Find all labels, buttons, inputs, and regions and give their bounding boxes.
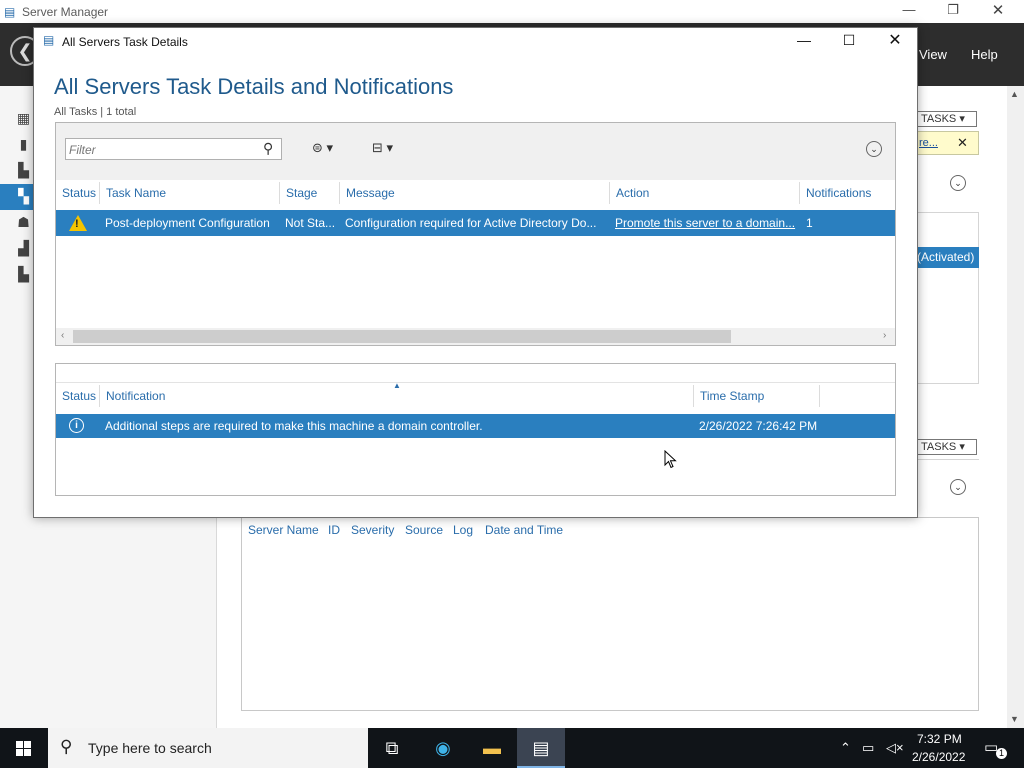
scroll-down-icon[interactable]: ▼ — [1010, 714, 1019, 724]
dns-icon[interactable]: ☗ — [15, 215, 32, 230]
filter-placeholder: Filter — [69, 143, 96, 157]
chevron-down-icon[interactable]: ⌄ — [950, 175, 966, 191]
clock-time[interactable]: 7:32 PM — [917, 732, 962, 746]
promote-server-link[interactable]: Promote this server to a domain... — [615, 216, 798, 230]
dialog-app-icon: ▤ — [43, 33, 55, 47]
ad-ds-icon[interactable]: ▚ — [15, 189, 32, 204]
col-status[interactable]: Status — [62, 186, 96, 200]
notification-count-badge: 1 — [996, 748, 1007, 759]
events-col-log[interactable]: Log — [453, 523, 473, 537]
local-server-icon[interactable]: ▮ — [15, 137, 32, 152]
col-message[interactable]: Message — [346, 186, 395, 200]
edge-browser-icon[interactable]: ◉ — [419, 728, 467, 768]
warning-mark: ! — [75, 218, 79, 230]
vertical-scrollbar[interactable] — [1007, 86, 1024, 728]
panel-divider — [917, 459, 979, 460]
server-manager-titlebar — [0, 0, 1024, 23]
list-options-icon[interactable]: ⊜ ▾ — [312, 140, 333, 156]
cell-notification: Additional steps are required to make th… — [105, 419, 483, 433]
events-col-server-name[interactable]: Server Name — [248, 523, 319, 537]
banner-link[interactable]: re... — [919, 137, 938, 149]
dialog-title: All Servers Task Details — [62, 35, 188, 49]
volume-muted-icon[interactable]: ◁× — [886, 740, 904, 756]
notif-col-time-stamp[interactable]: Time Stamp — [700, 389, 764, 403]
dialog-close-button[interactable]: ✕ — [883, 30, 907, 50]
cell-task-name: Post-deployment Configuration — [105, 216, 270, 230]
events-table — [241, 517, 979, 711]
show-hidden-icons-icon[interactable]: ⌃ — [840, 740, 851, 756]
col-divider[interactable] — [99, 182, 100, 204]
col-divider[interactable] — [799, 182, 800, 204]
col-stage[interactable]: Stage — [286, 186, 317, 200]
storage-icon[interactable]: ▙ — [15, 267, 32, 282]
restore-button[interactable]: ❐ — [938, 2, 968, 18]
all-servers-icon[interactable]: ▙ — [15, 163, 32, 178]
dialog-maximize-button[interactable]: ☐ — [837, 32, 861, 49]
col-divider[interactable] — [819, 385, 820, 407]
dashboard-icon[interactable]: ▦ — [15, 111, 32, 126]
col-action[interactable]: Action — [616, 186, 649, 200]
chevron-down-icon[interactable]: ⌄ — [866, 141, 882, 157]
info-icon: i — [69, 418, 84, 433]
save-query-icon[interactable]: ⊟ ▾ — [372, 140, 393, 156]
col-divider[interactable] — [339, 182, 340, 204]
search-icon: ⚲ — [60, 737, 73, 756]
clock-date[interactable]: 2/26/2022 — [912, 750, 965, 764]
search-icon[interactable]: ⚲ — [263, 140, 273, 157]
close-icon[interactable]: ✕ — [957, 135, 968, 151]
chevron-down-icon[interactable]: ⌄ — [950, 479, 966, 495]
cell-stage: Not Sta... — [285, 216, 336, 230]
panel-border — [917, 383, 979, 384]
server-manager-app-icon: ▤ — [4, 5, 16, 19]
col-divider[interactable] — [693, 385, 694, 407]
col-divider[interactable] — [99, 385, 100, 407]
col-divider[interactable] — [609, 182, 610, 204]
notif-col-status[interactable]: Status — [62, 389, 96, 403]
tasks-dropdown-2[interactable]: TASKS ▾ — [917, 439, 977, 455]
notifications-header-strip — [56, 364, 895, 383]
search-placeholder: Type here to search — [88, 740, 212, 756]
filter-input[interactable] — [65, 138, 282, 160]
sort-indicator-icon: ▲ — [393, 381, 401, 390]
file-explorer-icon[interactable]: ▬ — [468, 728, 516, 768]
scrollbar-thumb[interactable] — [73, 330, 731, 343]
events-col-source[interactable]: Source — [405, 523, 443, 537]
view-menu[interactable]: View — [919, 47, 947, 62]
windows-start-icon[interactable] — [0, 728, 48, 768]
mouse-cursor-icon — [664, 450, 677, 469]
minimize-button[interactable]: — — [894, 2, 924, 17]
col-divider[interactable] — [279, 182, 280, 204]
file-services-icon[interactable]: ▟ — [15, 241, 32, 256]
events-col-id[interactable]: ID — [328, 523, 340, 537]
server-manager-title: Server Manager — [22, 5, 109, 19]
cell-notifications: 1 — [806, 216, 813, 230]
dialog-minimize-button[interactable]: — — [792, 32, 816, 48]
network-icon[interactable]: ▭ — [862, 740, 874, 756]
server-manager-taskbar-icon[interactable]: ▤ — [517, 728, 565, 768]
page-title: All Servers Task Details and Notificatio… — [54, 74, 454, 99]
activated-row[interactable]: (Activated) — [917, 247, 979, 268]
task-view-icon[interactable]: ⧉ — [368, 728, 416, 768]
task-count-subtitle: All Tasks | 1 total — [54, 106, 137, 118]
events-col-severity[interactable]: Severity — [351, 523, 394, 537]
cell-message: Configuration required for Active Direct… — [345, 216, 597, 230]
panel-border — [978, 212, 979, 384]
scroll-up-icon[interactable]: ▲ — [1010, 89, 1019, 99]
col-notifications[interactable]: Notifications — [806, 186, 871, 200]
events-col-date-time[interactable]: Date and Time — [485, 523, 563, 537]
help-menu[interactable]: Help — [971, 47, 998, 62]
scroll-right-icon[interactable]: › — [883, 330, 886, 341]
close-button[interactable]: ✕ — [983, 1, 1013, 19]
scroll-left-icon[interactable]: ‹ — [61, 330, 64, 341]
tasks-dropdown-1[interactable]: TASKS ▾ — [917, 111, 977, 127]
notif-col-notification[interactable]: Notification — [106, 389, 165, 403]
col-task-name[interactable]: Task Name — [106, 186, 166, 200]
panel-divider — [917, 212, 979, 213]
cell-time-stamp: 2/26/2022 7:26:42 PM — [699, 419, 818, 433]
